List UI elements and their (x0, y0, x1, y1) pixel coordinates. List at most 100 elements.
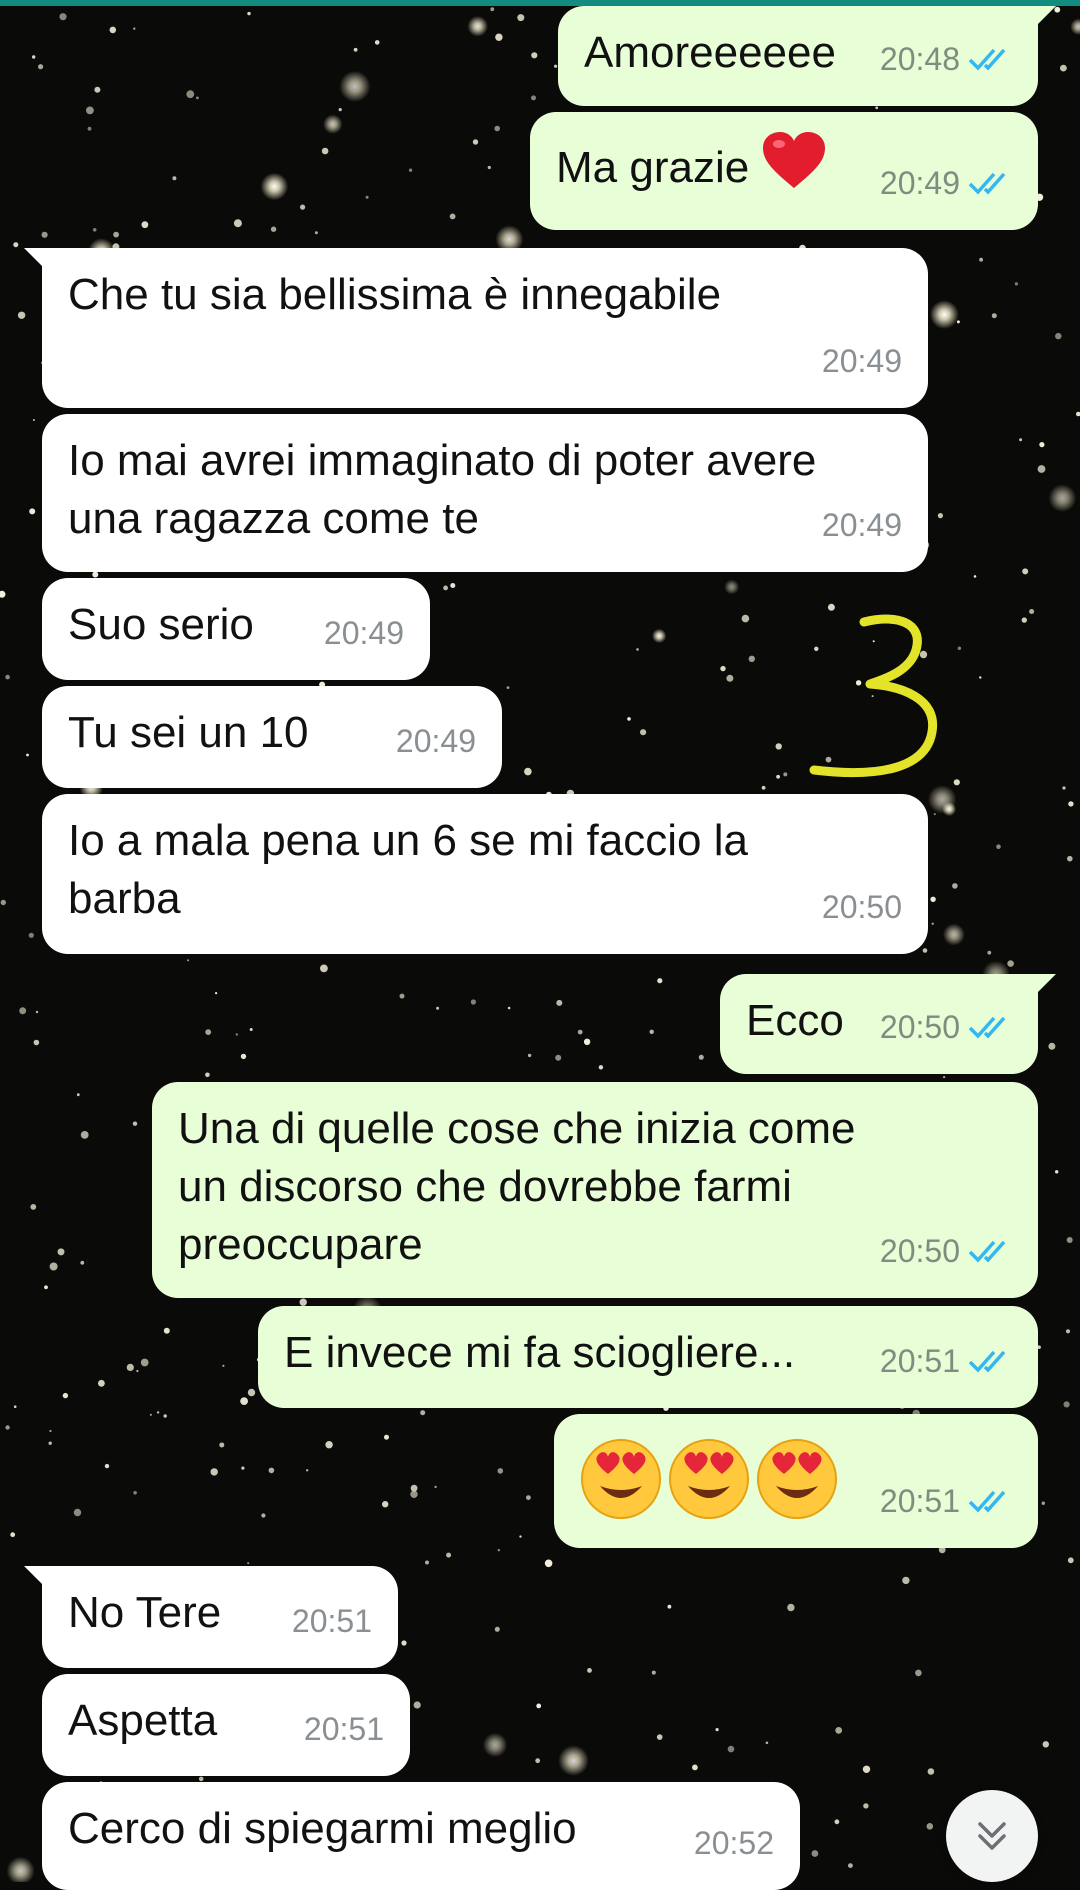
message-bubble[interactable]: Ecco 20:50 (720, 974, 1056, 1074)
star (26, 753, 29, 757)
star (692, 1764, 698, 1771)
star (494, 1626, 500, 1632)
star (1060, 64, 1067, 72)
message-text: Una di quelle cose che inizia come un di… (178, 1104, 856, 1269)
star (482, 1732, 508, 1758)
star (827, 603, 835, 611)
read-ticks-icon (968, 1347, 1012, 1375)
star (247, 11, 251, 16)
star (215, 992, 218, 995)
star (73, 1508, 82, 1517)
message-bubble[interactable]: Tu sei un 10 20:49 (42, 686, 502, 788)
star (1048, 1042, 1056, 1050)
message-bubble[interactable]: Che tu sia bellissima è innegabile 20:49 (24, 248, 928, 408)
star (141, 221, 149, 229)
star (544, 1559, 553, 1568)
star (80, 1260, 85, 1265)
star (636, 648, 639, 651)
read-ticks-icon (968, 169, 1012, 197)
star (323, 114, 343, 134)
star (49, 1262, 58, 1271)
heart-eyes-face-icon (668, 1438, 750, 1535)
star (651, 1670, 656, 1675)
star (109, 26, 117, 34)
star (915, 1669, 922, 1677)
star (92, 571, 99, 578)
message-bubble[interactable]: Aspetta 20:51 (42, 1674, 410, 1776)
star (1021, 617, 1027, 623)
message-bubble[interactable]: Io a mala pena un 6 se mi faccio la barb… (42, 794, 928, 954)
star (531, 52, 538, 59)
star (1068, 801, 1074, 807)
star (953, 779, 960, 786)
star (748, 655, 755, 662)
message-meta: 20:49 (396, 712, 476, 770)
star (450, 583, 456, 588)
message-bubble[interactable]: Io mai avrei immaginato di poter avere u… (42, 414, 928, 572)
star (436, 1006, 440, 1010)
star (519, 1535, 522, 1538)
scroll-to-bottom-button[interactable] (946, 1790, 1038, 1882)
read-ticks-icon (968, 45, 1012, 73)
star (382, 1501, 389, 1508)
star (787, 1603, 795, 1612)
star (32, 419, 35, 421)
message-bubble[interactable]: Cerco di spiegarmi meglio 20:52 (42, 1782, 800, 1890)
star (0, 590, 6, 598)
star (247, 1562, 250, 1565)
message-bubble[interactable]: No Tere 20:51 (24, 1566, 398, 1668)
star (401, 1640, 407, 1646)
message-bubble[interactable]: Una di quelle cose che inizia come un di… (152, 1082, 1038, 1298)
star (126, 1363, 134, 1371)
star (1062, 786, 1066, 790)
star (558, 1745, 589, 1776)
message-text: Io mai avrei immaginato di poter avere u… (68, 436, 817, 543)
star (526, 1495, 531, 1500)
star (527, 1053, 532, 1058)
star (535, 1758, 541, 1764)
message-time: 20:51 (291, 1603, 372, 1639)
star (205, 1029, 212, 1035)
star (761, 785, 766, 790)
star (495, 33, 503, 41)
star (930, 896, 936, 902)
star (1007, 960, 1014, 967)
star (741, 614, 750, 623)
star (374, 40, 380, 45)
star (446, 1552, 452, 1558)
message-meta: 20:51 (880, 1332, 1012, 1390)
star (524, 767, 532, 776)
star (1063, 1401, 1070, 1408)
message-bubble[interactable]: Suo serio 20:49 (42, 578, 430, 680)
message-meta: 20:50 (880, 998, 1012, 1056)
star (365, 195, 369, 199)
star (942, 923, 965, 946)
star (863, 1803, 869, 1809)
star (247, 1388, 256, 1397)
message-bubble[interactable]: Amoreeeeee 20:48 (558, 6, 1056, 106)
star (29, 508, 36, 515)
message-text: Che tu sia bellissima è innegabile (68, 270, 722, 319)
star (198, 1776, 204, 1782)
message-time: 20:52 (693, 1825, 774, 1861)
star (321, 147, 329, 155)
star (497, 1468, 504, 1474)
star (219, 1442, 225, 1448)
message-meta: 20:50 (822, 878, 902, 936)
star (627, 717, 631, 721)
star (657, 978, 663, 984)
star (0, 899, 6, 906)
star (86, 106, 94, 115)
message-bubble[interactable]: 20:51 (554, 1414, 1038, 1548)
message-text: Ma grazie (556, 143, 750, 192)
star (241, 1466, 245, 1470)
star (929, 300, 959, 329)
star (59, 13, 67, 21)
message-time: 20:50 (879, 1009, 960, 1045)
star (399, 993, 405, 999)
star (507, 1006, 511, 1010)
message-meta: 20:49 (324, 604, 404, 662)
message-bubble[interactable]: Ma grazie 20:49 (530, 112, 1038, 230)
star (49, 1429, 52, 1433)
message-bubble[interactable]: E invece mi fa sciogliere... 20:51 (258, 1306, 1038, 1408)
